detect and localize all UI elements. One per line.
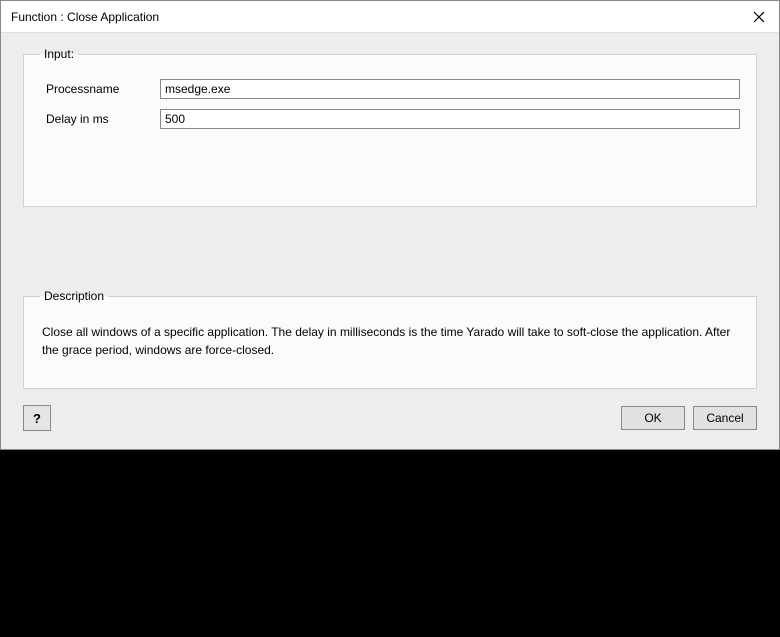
cancel-button[interactable]: Cancel (693, 406, 757, 430)
titlebar: Function : Close Application (1, 1, 779, 33)
processname-input[interactable] (160, 79, 740, 99)
description-legend: Description (40, 289, 108, 303)
button-row: ? OK Cancel (23, 405, 757, 431)
close-icon (753, 11, 765, 23)
delay-row: Delay in ms (40, 109, 740, 129)
delay-input[interactable] (160, 109, 740, 129)
processname-row: Processname (40, 79, 740, 99)
description-text: Close all windows of a specific applicat… (40, 315, 740, 367)
input-fieldset: Input: Processname Delay in ms (23, 47, 757, 207)
dialog-body: Input: Processname Delay in ms Descripti… (1, 33, 779, 449)
ok-button[interactable]: OK (621, 406, 685, 430)
right-buttons: OK Cancel (621, 406, 757, 430)
dialog-window: Function : Close Application Input: Proc… (0, 0, 780, 450)
description-fieldset: Description Close all windows of a speci… (23, 289, 757, 389)
spacer (23, 219, 757, 289)
delay-label: Delay in ms (40, 112, 160, 126)
input-legend: Input: (40, 47, 78, 61)
close-button[interactable] (749, 7, 769, 27)
window-title: Function : Close Application (11, 10, 159, 24)
help-button[interactable]: ? (23, 405, 51, 431)
processname-label: Processname (40, 82, 160, 96)
